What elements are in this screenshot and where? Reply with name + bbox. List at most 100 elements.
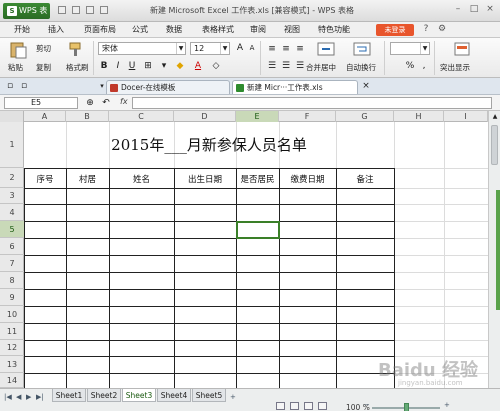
normal-view-icon[interactable]: [276, 402, 285, 410]
column-header-e[interactable]: E: [236, 111, 279, 122]
header-cell-village[interactable]: 村居: [66, 173, 109, 185]
underline-icon[interactable]: U: [126, 60, 138, 72]
maximize-icon[interactable]: □: [468, 3, 480, 15]
border-dropdown-icon[interactable]: ▾: [158, 60, 170, 72]
app-menu-button[interactable]: SWPS 表格: [3, 3, 50, 31]
row-header-10[interactable]: 10: [0, 306, 24, 323]
align-bottom-icon[interactable]: ≡: [294, 43, 306, 55]
save-icon[interactable]: [58, 6, 66, 14]
login-button[interactable]: 未登录: [376, 24, 414, 36]
align-right-icon[interactable]: ☰: [294, 60, 306, 72]
zoom-slider-thumb[interactable]: [404, 403, 409, 411]
wrap-text-label[interactable]: 自动换行: [346, 62, 376, 73]
wrap-text-icon[interactable]: [352, 41, 374, 59]
next-sheet-icon[interactable]: ▶: [26, 393, 31, 401]
header-cell-index[interactable]: 序号: [24, 173, 66, 185]
new-doc-icon[interactable]: ▫: [4, 80, 16, 92]
help-icon[interactable]: ?: [420, 23, 432, 35]
align-center-icon[interactable]: ☰: [280, 60, 292, 72]
align-middle-icon[interactable]: ≡: [280, 43, 292, 55]
header-cell-payment-date[interactable]: 缴费日期: [279, 173, 336, 185]
clear-format-icon[interactable]: ◇: [210, 60, 222, 72]
fullscreen-icon[interactable]: [318, 402, 327, 410]
settings-icon[interactable]: ⚙: [436, 23, 448, 35]
tab-docer-templates[interactable]: Docer-在线模板: [106, 80, 230, 94]
decimal-icon[interactable]: ,: [418, 60, 430, 72]
header-cell-is-resident[interactable]: 是否居民: [236, 173, 279, 185]
menu-view[interactable]: 视图: [284, 24, 300, 35]
close-icon[interactable]: ×: [484, 3, 496, 15]
row-header-14[interactable]: 14: [0, 373, 24, 388]
column-header-b[interactable]: B: [66, 111, 109, 122]
sheet-tab-5[interactable]: Sheet5: [192, 389, 226, 402]
active-cell[interactable]: [236, 221, 280, 239]
zoom-in-icon[interactable]: +: [444, 401, 450, 409]
page-layout-icon[interactable]: [290, 402, 299, 410]
formula-input[interactable]: [132, 97, 492, 109]
menu-page-layout[interactable]: 页面布局: [84, 24, 116, 35]
menu-home[interactable]: 开始: [14, 24, 30, 35]
tab-workbook[interactable]: 新建 Micr···工作表.xls: [232, 80, 358, 94]
fill-color-icon[interactable]: ◆: [174, 60, 186, 72]
row-header-11[interactable]: 11: [0, 323, 24, 340]
close-tab-icon[interactable]: ×: [360, 80, 372, 92]
format-painter-label[interactable]: 格式刷: [66, 62, 89, 73]
zoom-icon[interactable]: ⊕: [84, 97, 96, 109]
first-sheet-icon[interactable]: |◀: [4, 393, 12, 401]
row-header-3[interactable]: 3: [0, 188, 24, 204]
header-cell-remarks[interactable]: 备注: [336, 173, 394, 185]
merge-center-label[interactable]: 合并居中: [306, 62, 336, 73]
row-header-9[interactable]: 9: [0, 289, 24, 306]
align-left-icon[interactable]: ☰: [266, 60, 278, 72]
column-header-i[interactable]: I: [444, 111, 488, 122]
page-break-icon[interactable]: [304, 402, 313, 410]
paste-icon[interactable]: [8, 41, 30, 59]
column-header-a[interactable]: A: [24, 111, 66, 122]
cell-grid[interactable]: 2015年___月新参保人员名单 序号 村居 姓名 出生日期 是否居民 缴费日期…: [24, 122, 488, 388]
row-header-2[interactable]: 2: [0, 168, 24, 188]
select-all-corner[interactable]: [0, 111, 24, 122]
font-color-icon[interactable]: A: [192, 60, 204, 72]
copy-button[interactable]: 复制: [36, 62, 51, 73]
menu-review[interactable]: 审阅: [250, 24, 266, 35]
decrease-font-icon[interactable]: A: [246, 42, 258, 54]
number-format-select[interactable]: ▼: [390, 42, 430, 55]
menu-formula[interactable]: 公式: [132, 24, 148, 35]
sheet-tab-1[interactable]: Sheet1: [52, 389, 86, 402]
side-panel-tab[interactable]: [496, 190, 500, 310]
row-header-8[interactable]: 8: [0, 272, 24, 289]
scroll-thumb[interactable]: [491, 125, 498, 165]
cut-button[interactable]: 剪切: [36, 43, 51, 54]
sheet-tab-4[interactable]: Sheet4: [157, 389, 191, 402]
italic-icon[interactable]: I: [112, 60, 124, 72]
row-header-7[interactable]: 7: [0, 255, 24, 272]
print-icon[interactable]: [72, 6, 80, 14]
scroll-up-icon[interactable]: ▲: [489, 111, 500, 123]
row-header-6[interactable]: 6: [0, 238, 24, 255]
fx-label[interactable]: fx: [120, 97, 128, 106]
column-header-c[interactable]: C: [109, 111, 174, 122]
percent-icon[interactable]: %: [404, 60, 416, 72]
menu-features[interactable]: 特色功能: [318, 24, 350, 35]
sheet-tab-2[interactable]: Sheet2: [87, 389, 121, 402]
header-cell-birth-date[interactable]: 出生日期: [174, 173, 236, 185]
font-name-select[interactable]: 宋体 ▼: [98, 42, 186, 55]
highlight-label[interactable]: 突出显示: [440, 62, 470, 73]
redo-icon[interactable]: [100, 6, 108, 14]
bold-icon[interactable]: B: [98, 60, 110, 72]
increase-font-icon[interactable]: A: [234, 42, 246, 54]
column-header-d[interactable]: D: [174, 111, 236, 122]
zoom-out-icon[interactable]: −: [364, 401, 370, 409]
highlight-icon[interactable]: [452, 41, 474, 59]
column-header-h[interactable]: H: [394, 111, 444, 122]
row-header-5[interactable]: 5: [0, 221, 24, 238]
row-header-13[interactable]: 13: [0, 356, 24, 373]
undo-icon[interactable]: [86, 6, 94, 14]
menu-table-style[interactable]: 表格样式: [202, 24, 234, 35]
sheet-tab-3[interactable]: Sheet3: [122, 389, 156, 402]
open-doc-icon[interactable]: ▫: [18, 80, 30, 92]
header-cell-name[interactable]: 姓名: [109, 173, 174, 185]
row-header-12[interactable]: 12: [0, 340, 24, 356]
paste-label[interactable]: 粘贴: [8, 62, 23, 73]
minimize-icon[interactable]: –: [452, 3, 464, 15]
